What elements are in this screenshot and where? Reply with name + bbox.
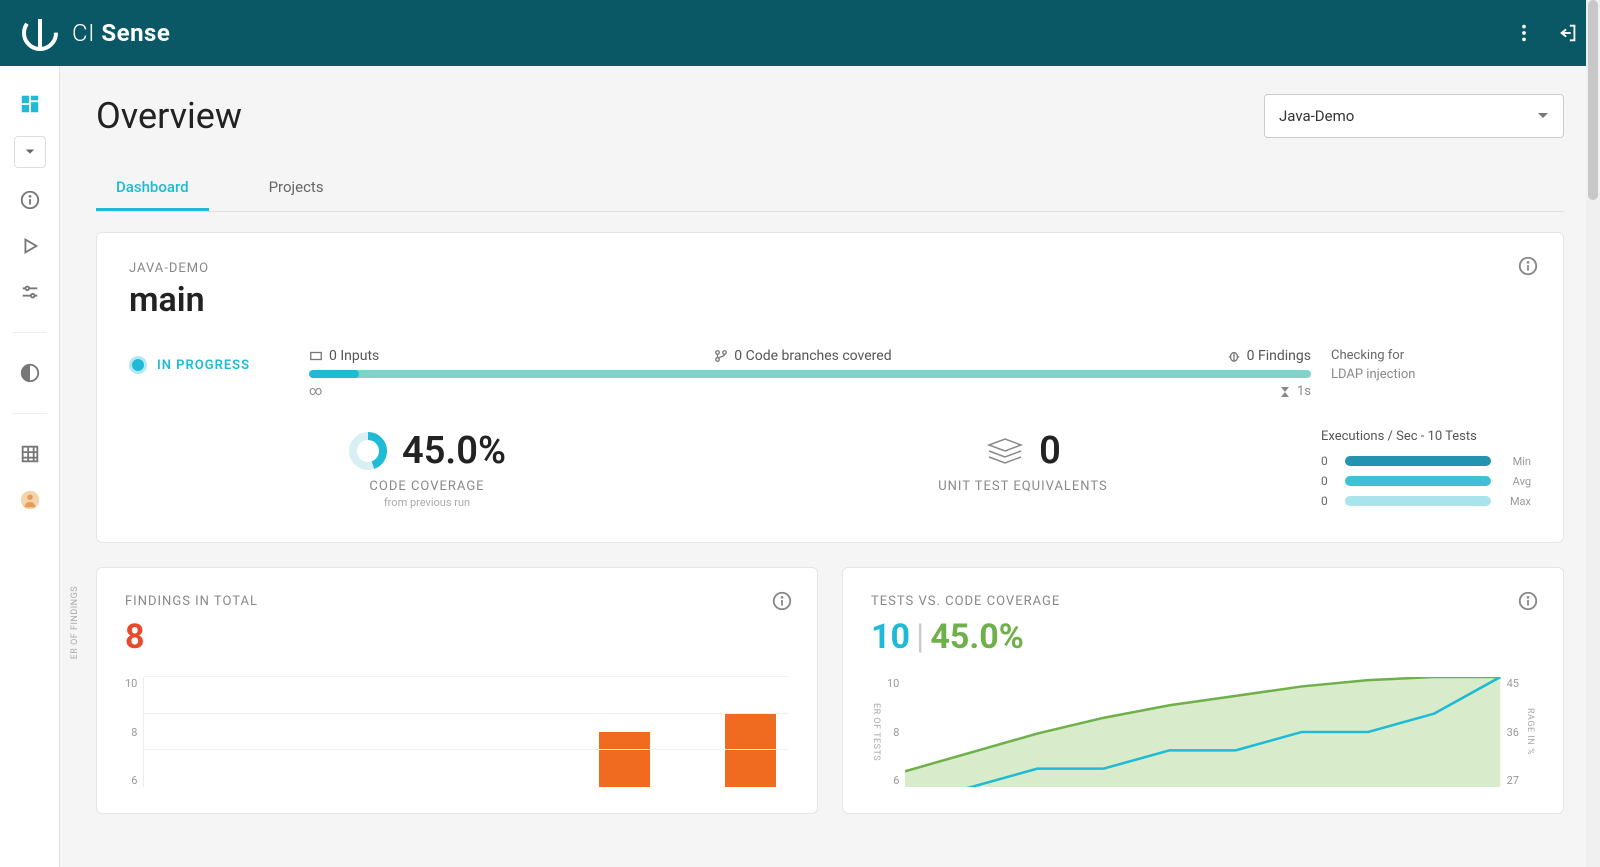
- sidebar-item-info[interactable]: [16, 186, 44, 214]
- executions-panel: Executions / Sec - 10 Tests 0 Min 0 Avg: [1321, 429, 1531, 514]
- logo-icon: [20, 13, 60, 53]
- tabs: Dashboard Projects: [96, 166, 1564, 212]
- findings-total: 8: [125, 617, 789, 657]
- sidebar: [0, 66, 60, 867]
- sidebar-item-avatar[interactable]: [16, 486, 44, 514]
- donut-icon: [348, 431, 388, 471]
- tab-dashboard[interactable]: Dashboard: [96, 166, 209, 211]
- more-menu-icon[interactable]: [1512, 21, 1536, 45]
- tvc-values: 10|45.0%: [871, 617, 1535, 657]
- exec-row-max: 0 Max: [1321, 494, 1531, 508]
- tests-vs-coverage-card: TESTS VS. CODE COVERAGE 10|45.0% ER OF T…: [842, 567, 1564, 814]
- main-content: Overview Java-Demo Dashboard Projects JA…: [60, 66, 1600, 867]
- info-icon[interactable]: [1517, 255, 1539, 281]
- unit-tests-stat: 0 UNIT TEST EQUIVALENTS: [725, 429, 1321, 494]
- project-select[interactable]: Java-Demo: [1264, 94, 1564, 138]
- bug-icon: [1227, 349, 1241, 363]
- branch-name: main: [129, 280, 1531, 320]
- sidebar-item-run[interactable]: [16, 232, 44, 260]
- run-status: IN PROGRESS: [129, 356, 289, 374]
- topbar: CI Sense: [0, 0, 1600, 66]
- findings-chart: ER OF FINDINGS 1086: [125, 677, 789, 787]
- app-logo[interactable]: CI Sense: [20, 13, 170, 53]
- checking-panel: Checking for LDAP injection: [1331, 348, 1531, 382]
- hourglass-icon: [1279, 386, 1291, 398]
- chevron-down-icon: [1537, 110, 1549, 122]
- findings-card: FINDINGS IN TOTAL 8 ER OF FINDINGS 1086: [96, 567, 818, 814]
- project-select-value: Java-Demo: [1279, 107, 1354, 125]
- scrollbar[interactable]: [1586, 0, 1600, 867]
- status-dot-icon: [129, 356, 147, 374]
- info-icon[interactable]: [1517, 590, 1539, 616]
- card-title: TESTS VS. CODE COVERAGE: [871, 594, 1535, 609]
- branch-icon: [714, 349, 728, 363]
- tab-projects[interactable]: Projects: [249, 166, 344, 211]
- card-title: FINDINGS IN TOTAL: [125, 594, 789, 609]
- sidebar-item-dashboard[interactable]: [16, 90, 44, 118]
- sidebar-item-contrast[interactable]: [16, 359, 44, 387]
- sidebar-dropdown[interactable]: [14, 136, 46, 168]
- progress-metrics-top: 0 Inputs 0 Code branches covered 0 Findi…: [309, 348, 1311, 364]
- app-name: CI Sense: [72, 19, 170, 47]
- project-label: JAVA-DEMO: [129, 261, 1531, 276]
- progress-bar: [309, 370, 1311, 378]
- page-title: Overview: [96, 95, 242, 137]
- tvc-chart: ER OF TESTS 1086 453627 RAGE IN %: [871, 677, 1535, 787]
- stack-icon: [985, 437, 1025, 465]
- coverage-stat: 45.0% CODE COVERAGE from previous run: [129, 429, 725, 509]
- exec-row-min: 0 Min: [1321, 454, 1531, 468]
- sidebar-item-settings[interactable]: [16, 278, 44, 306]
- sidebar-item-grid[interactable]: [16, 440, 44, 468]
- progress-metrics-bottom: ∞ 1s: [309, 384, 1311, 399]
- exec-row-avg: 0 Avg: [1321, 474, 1531, 488]
- inputs-icon: [309, 349, 323, 363]
- logout-icon[interactable]: [1556, 21, 1580, 45]
- status-text: IN PROGRESS: [157, 358, 250, 373]
- info-icon[interactable]: [771, 590, 793, 616]
- overview-card: JAVA-DEMO main IN PROGRESS 0 Inputs 0 Co…: [96, 232, 1564, 543]
